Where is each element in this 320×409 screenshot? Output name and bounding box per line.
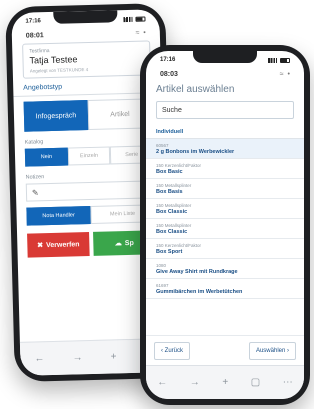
menu-icon[interactable]: •	[288, 71, 290, 78]
wifi-icon: ≈	[135, 29, 140, 37]
back-arrow-icon[interactable]: ←	[157, 377, 167, 388]
discard-button-label: Verwerfen	[45, 240, 80, 249]
customer-field-hint: Angelegt von TESTKUNDE 4	[29, 67, 89, 74]
signal-icon	[123, 16, 133, 22]
notes-field[interactable]: ✎	[25, 180, 155, 202]
signal-icon	[268, 57, 277, 63]
tabs-icon[interactable]: ▢	[251, 377, 260, 388]
plus-icon[interactable]: +	[222, 377, 228, 388]
list-item-code: 60567	[156, 143, 169, 148]
battery-icon	[280, 57, 290, 63]
list-item-code: 150 Kerzenlicht/Faktor	[156, 163, 202, 168]
back-button[interactable]: ‹ Zurück	[154, 341, 191, 360]
list-item[interactable]: 61697 Gummibärchen im Werbetütchen	[146, 279, 304, 299]
select-button-label: Auswählen	[255, 347, 286, 354]
pencil-icon: ✎	[31, 187, 39, 198]
back-button-label: Zurück	[164, 347, 184, 354]
status-time: 17:16	[160, 57, 176, 63]
list-item[interactable]: 150 Metallsplinter Box Classic	[146, 219, 304, 239]
save-button-label: Sp	[124, 239, 134, 247]
header-time: 08:01	[25, 32, 44, 40]
mode-segment: Nota Handler Mein Liste	[26, 204, 155, 226]
customer-field-value: Tatja Testee	[29, 54, 78, 66]
list-item[interactable]: 1080 Give Away Shirt mit Rundkrage	[146, 259, 304, 279]
katalog-option-einzeln[interactable]: Einzeln	[67, 146, 111, 166]
back-arrow-icon[interactable]: ←	[34, 353, 44, 364]
front-phone: 17:16 08:03 ≈ • Artikel auswählen Suche …	[140, 45, 310, 405]
more-icon[interactable]: ⋯	[283, 377, 293, 388]
list-item[interactable]: 150 Metallsplinter Box Basis	[146, 179, 304, 199]
app-header: 08:03 ≈ •	[146, 69, 304, 82]
stage: 17:16 08:01 ≈ • Testfirma Tatja Testee A…	[0, 0, 314, 409]
katalog-option-nein[interactable]: Nein	[24, 147, 68, 167]
menu-icon[interactable]: •	[143, 29, 146, 36]
katalog-segment: Nein Einzeln Serie	[24, 145, 154, 167]
list-item-name: Box Classic	[156, 229, 188, 235]
header-time: 08:03	[160, 71, 178, 78]
list-item-name: Box Classic	[156, 209, 188, 215]
list-item-code: 150 Metallsplinter	[156, 203, 192, 208]
list-item-name: Give Away Shirt mit Rundkrage	[156, 269, 238, 275]
list-item-code: 150 Metallsplinter	[156, 223, 192, 228]
plus-icon[interactable]: +	[111, 351, 117, 362]
cloud-upload-icon: ☁	[114, 240, 122, 248]
list-item-name: Box Basis	[156, 189, 183, 195]
battery-icon	[135, 15, 146, 22]
chevron-right-icon: ›	[285, 347, 289, 354]
front-phone-screen: 17:16 08:03 ≈ • Artikel auswählen Suche …	[146, 51, 304, 399]
list-item[interactable]: 150 Kerzenlicht/Faktor Box Sport	[146, 239, 304, 259]
list-item-name: Box Basic	[156, 169, 183, 175]
search-input[interactable]: Suche	[156, 101, 294, 119]
list-item[interactable]: 60567 2 g Bonbons im Werbewickler	[146, 139, 304, 159]
list-item-code: 61697	[156, 283, 169, 288]
article-list: 60567 2 g Bonbons im Werbewickler 150 Kerz…	[146, 139, 304, 299]
phone-notch	[193, 51, 257, 63]
list-item-name: Box Sport	[156, 249, 183, 255]
mode-option-handler[interactable]: Nota Handler	[26, 205, 91, 226]
wifi-icon: ≈	[279, 71, 284, 78]
list-item-code: 150 Metallsplinter	[156, 183, 192, 188]
list-item-code: 1080	[156, 263, 167, 268]
list-item-code: 150 Kerzenlicht/Faktor	[156, 243, 202, 248]
nav-buttons: ‹ Zurück Auswählen ›	[146, 335, 304, 365]
customer-field[interactable]: Testfirma Tatja Testee Angelegt von TEST…	[22, 40, 151, 79]
browser-toolbar: ← → + ▢ ⋯	[146, 365, 304, 399]
page-title: Artikel auswählen	[156, 84, 235, 95]
list-item[interactable]: 150 Metallsplinter Box Classic	[146, 199, 304, 219]
forward-arrow-icon[interactable]: →	[72, 352, 82, 363]
discard-button[interactable]: ✖ Verwerfen	[27, 232, 90, 258]
select-button[interactable]: Auswählen ›	[248, 341, 296, 360]
list-item[interactable]: 150 Kerzenlicht/Faktor Box Basic	[146, 159, 304, 179]
status-time: 17:16	[25, 18, 41, 25]
action-buttons: ✖ Verwerfen ☁ Sp	[27, 230, 156, 258]
offer-type-infogespraech[interactable]: Infogespräch	[23, 100, 89, 132]
phone-notch	[53, 10, 118, 24]
list-header: Individuell	[146, 119, 304, 139]
list-item-name: Gummibärchen im Werbetütchen	[156, 289, 243, 295]
forward-arrow-icon[interactable]: →	[190, 377, 200, 388]
close-icon: ✖	[37, 242, 44, 250]
offer-type-segment: Infogespräch Artikel	[23, 98, 153, 132]
list-item-name: 2 g Bonbons im Werbewickler	[156, 149, 235, 155]
